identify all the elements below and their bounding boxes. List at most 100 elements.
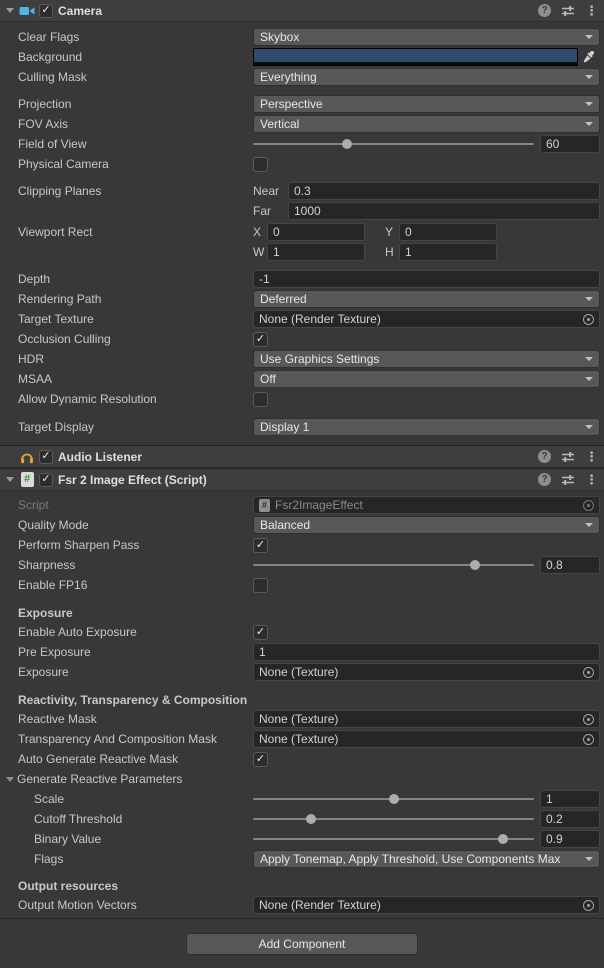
more-options-icon[interactable]: ⋮ <box>585 450 598 463</box>
row-binary-value: Binary Value 0.9 <box>0 829 604 849</box>
transparency-mask-field[interactable]: None (Texture) <box>253 730 600 748</box>
msaa-dropdown[interactable]: Off <box>253 370 600 388</box>
camera-component-header: ✓ Camera ? ⋮ <box>0 0 604 22</box>
inspector-footer: Add Component <box>0 918 604 955</box>
far-field[interactable]: 1000 <box>288 202 600 220</box>
row-clipping-near: Clipping Planes Near 0.3 <box>0 181 604 201</box>
viewport-x-field[interactable]: 0 <box>267 223 365 241</box>
help-icon[interactable]: ? <box>538 4 551 17</box>
eyedropper-icon[interactable] <box>578 48 600 66</box>
slider-handle[interactable] <box>342 139 352 149</box>
rendering-path-dropdown[interactable]: Deferred <box>253 290 600 308</box>
allow-dynamic-resolution-checkbox[interactable] <box>253 392 268 407</box>
row-projection: Projection Perspective <box>0 94 604 114</box>
quality-mode-dropdown[interactable]: Balanced <box>253 516 600 534</box>
row-reactive-mask: Reactive Mask None (Texture) <box>0 709 604 729</box>
viewport-h-label: H <box>385 245 399 259</box>
clipping-planes-label: Clipping Planes <box>18 184 253 198</box>
quality-mode-label: Quality Mode <box>18 518 253 532</box>
scale-value[interactable]: 1 <box>540 790 600 808</box>
foldout-arrow-icon[interactable] <box>6 8 14 13</box>
sharpness-label: Sharpness <box>18 558 253 572</box>
sharpness-slider[interactable] <box>253 557 534 573</box>
slider-handle[interactable] <box>470 560 480 570</box>
add-component-button[interactable]: Add Component <box>186 933 418 955</box>
script-field[interactable]: # Fsr2ImageEffect <box>253 496 600 514</box>
target-texture-field[interactable]: None (Render Texture) <box>253 310 600 328</box>
clear-flags-dropdown[interactable]: Skybox <box>253 28 600 46</box>
perform-sharpen-pass-checkbox[interactable]: ✓ <box>253 538 268 553</box>
audio-listener-enabled-checkbox[interactable]: ✓ <box>39 450 53 464</box>
slider-handle[interactable] <box>306 814 316 824</box>
physical-camera-checkbox[interactable] <box>253 157 268 172</box>
background-color-field[interactable] <box>253 48 600 66</box>
foldout-arrow-icon[interactable] <box>6 777 14 782</box>
row-physical-camera: Physical Camera <box>0 154 604 174</box>
auto-generate-reactive-mask-checkbox[interactable]: ✓ <box>253 752 268 767</box>
slider-handle[interactable] <box>498 834 508 844</box>
object-picker-icon[interactable] <box>583 314 594 325</box>
row-clear-flags: Clear Flags Skybox <box>0 27 604 47</box>
viewport-w-field[interactable]: 1 <box>267 243 365 261</box>
enable-fp16-label: Enable FP16 <box>18 578 253 592</box>
flags-dropdown[interactable]: Apply Tonemap, Apply Threshold, Use Comp… <box>253 850 600 868</box>
binary-value-value[interactable]: 0.9 <box>540 830 600 848</box>
field-of-view-value[interactable]: 60 <box>540 135 600 153</box>
presets-icon[interactable] <box>561 451 575 463</box>
more-options-icon[interactable]: ⋮ <box>585 473 598 486</box>
presets-icon[interactable] <box>561 474 575 486</box>
object-picker-icon[interactable] <box>583 900 594 911</box>
scale-slider[interactable] <box>253 791 534 807</box>
row-target-texture: Target Texture None (Render Texture) <box>0 309 604 329</box>
audio-listener-title: Audio Listener <box>58 450 538 464</box>
cutoff-threshold-slider[interactable] <box>253 811 534 827</box>
scale-label: Scale <box>34 792 253 806</box>
more-options-icon[interactable]: ⋮ <box>585 4 598 17</box>
row-auto-generate-reactive-mask: Auto Generate Reactive Mask ✓ <box>0 749 604 769</box>
enable-auto-exposure-checkbox[interactable]: ✓ <box>253 625 268 640</box>
generate-reactive-parameters-label[interactable]: Generate Reactive Parameters <box>17 772 600 786</box>
occlusion-culling-checkbox[interactable]: ✓ <box>253 332 268 347</box>
row-sharpness: Sharpness 0.8 <box>0 555 604 575</box>
cutoff-threshold-value[interactable]: 0.2 <box>540 810 600 828</box>
target-display-dropdown[interactable]: Display 1 <box>253 418 600 436</box>
near-field[interactable]: 0.3 <box>288 182 600 200</box>
row-generate-reactive-parameters: Generate Reactive Parameters <box>0 769 604 789</box>
foldout-arrow-icon[interactable] <box>6 477 14 482</box>
presets-icon[interactable] <box>561 5 575 17</box>
output-motion-vectors-field[interactable]: None (Render Texture) <box>253 896 600 914</box>
help-icon[interactable]: ? <box>538 473 551 486</box>
fsr2-enabled-checkbox[interactable]: ✓ <box>39 473 53 487</box>
exposure-field[interactable]: None (Texture) <box>253 663 600 681</box>
viewport-rect-label: Viewport Rect <box>18 225 253 239</box>
object-picker-icon[interactable] <box>583 667 594 678</box>
viewport-y-field[interactable]: 0 <box>399 223 497 241</box>
slider-handle[interactable] <box>389 794 399 804</box>
help-icon[interactable]: ? <box>538 450 551 463</box>
color-swatch[interactable] <box>253 48 578 66</box>
hdr-dropdown[interactable]: Use Graphics Settings <box>253 350 600 368</box>
binary-value-slider[interactable] <box>253 831 534 847</box>
field-of-view-slider[interactable] <box>253 136 534 152</box>
row-exposure: Exposure None (Texture) <box>0 662 604 682</box>
culling-mask-dropdown[interactable]: Everything <box>253 68 600 86</box>
camera-enabled-checkbox[interactable]: ✓ <box>39 4 53 18</box>
object-picker-icon[interactable] <box>583 734 594 745</box>
sharpness-value[interactable]: 0.8 <box>540 556 600 574</box>
enable-fp16-checkbox[interactable] <box>253 578 268 593</box>
projection-dropdown[interactable]: Perspective <box>253 95 600 113</box>
object-picker-icon[interactable] <box>583 500 594 511</box>
script-mini-icon: # <box>259 499 270 512</box>
near-label: Near <box>253 184 288 198</box>
viewport-h-field[interactable]: 1 <box>399 243 497 261</box>
viewport-w-label: W <box>253 245 267 259</box>
slider-track <box>253 838 534 840</box>
chevron-down-icon <box>585 377 593 381</box>
depth-field[interactable]: -1 <box>253 270 600 288</box>
fov-axis-dropdown[interactable]: Vertical <box>253 115 600 133</box>
slider-track <box>253 564 534 566</box>
object-picker-icon[interactable] <box>583 714 594 725</box>
reactive-mask-field[interactable]: None (Texture) <box>253 710 600 728</box>
row-clipping-far: Far 1000 <box>0 201 604 221</box>
pre-exposure-field[interactable]: 1 <box>253 643 600 661</box>
